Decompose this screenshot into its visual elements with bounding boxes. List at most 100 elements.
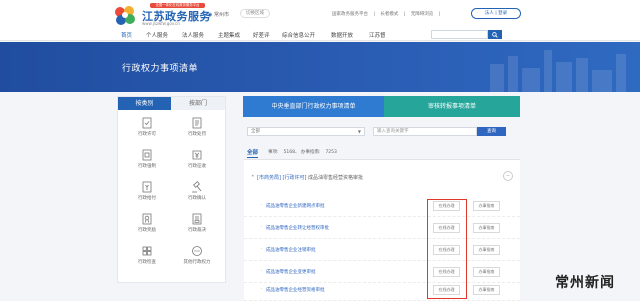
nav-home[interactable]: 首页 [121, 31, 132, 39]
search-icon [492, 31, 498, 38]
guide-button[interactable]: 办事指南 [473, 223, 500, 233]
category-enforcement[interactable]: 行政强制 [124, 149, 170, 181]
item-list: • [市商务局] [行政许可] 成品油零售经营资格审批 − · 成品油零售企业新… [244, 160, 520, 301]
category-inspection[interactable]: 行政检查 [124, 245, 170, 277]
site-url: www.jszwfw.gov.cn [142, 21, 180, 26]
category-penalty[interactable]: 行政处罚 [174, 117, 220, 149]
tab-approval-list[interactable]: 审核转报事项清单 [384, 96, 520, 117]
other-icon [192, 246, 202, 256]
page-title: 行政权力事项清单 [122, 64, 199, 74]
keyword-input[interactable]: 输入查询关键字 [373, 127, 477, 136]
query-button[interactable]: 查询 [477, 127, 506, 136]
page-banner: 行政权力事项清单 [0, 42, 640, 92]
category-tabs: 按类别 按部门 [118, 97, 225, 110]
penalty-icon [192, 117, 202, 129]
category-label: 行政给付 [138, 196, 156, 201]
nav-themes[interactable]: 主题集成 [218, 31, 240, 39]
switch-area-button[interactable]: 切换区域 [240, 9, 270, 18]
category-license[interactable]: 行政许可 [124, 117, 170, 149]
bullet-icon: · [261, 203, 263, 208]
chevron-down-icon: ▼ [357, 129, 361, 134]
collapse-toggle[interactable]: − [503, 171, 513, 181]
guide-button[interactable]: 办事指南 [473, 245, 500, 255]
filter-bar: 全部 ▼ 输入查询关键字 查询 [236, 125, 520, 137]
nav-personal[interactable]: 个人服务 [146, 31, 168, 39]
enforcement-icon [142, 149, 152, 161]
payment-icon [142, 181, 152, 193]
guide-button[interactable]: 办事指南 [473, 285, 500, 295]
category-select-value: 全部 [251, 129, 260, 134]
logo-icon [115, 6, 135, 25]
top-links: 国家政务服务平台 | 长者模式 | 无障碍浏览 | [328, 11, 440, 17]
category-panel: 按类别 按部门 行政许可 行政处罚 行政强制 行政征收 行政给付 行政确认 行政… [117, 96, 226, 283]
top-header: 全国一体化在线政务服务平台 江苏政务服务 www.jszwfw.gov.cn ◉… [0, 0, 640, 28]
category-label: 行政确认 [188, 196, 206, 201]
location-label: ◉ 常州市 [208, 11, 229, 18]
nav-open-data[interactable]: 数据开放 [331, 31, 353, 39]
location-pin-icon: ◉ [208, 12, 213, 18]
filter-all-tab[interactable]: 全部 [247, 148, 259, 158]
tab-central-list[interactable]: 中央垂直部门行政权力事项清单 [243, 96, 384, 117]
category-other[interactable]: 其他行政权力 [174, 245, 220, 277]
license-icon [142, 117, 152, 129]
bullet-icon: · [261, 287, 263, 292]
category-label: 行政检查 [138, 260, 156, 265]
location-city: 常州市 [213, 12, 229, 18]
category-confirm[interactable]: 行政确认 [174, 181, 220, 213]
elder-mode-link[interactable]: 长者模式 [380, 12, 398, 17]
item-title-link[interactable]: 成品油零售企业变更审批 [266, 269, 316, 275]
separator: | [438, 12, 441, 17]
stats-item-label: 事项: [268, 150, 279, 155]
list-item: · 成品油零售企业转让经营权审批 在线办理 办事指南 [244, 218, 520, 239]
tab-by-department[interactable]: 按部门 [171, 97, 225, 110]
ruling-icon [192, 213, 202, 225]
main-nav: 首页 个人服务 法人服务 主题集成 好差评 综合信息公开 数据开放 江苏督 [0, 28, 640, 41]
gavel-icon [192, 181, 202, 193]
guide-button[interactable]: 办事指南 [473, 201, 500, 211]
nav-supervision[interactable]: 江苏督 [369, 31, 386, 39]
national-platform-link[interactable]: 国家政务服务平台 [332, 12, 368, 17]
nav-corporate[interactable]: 法人服务 [182, 31, 204, 39]
award-icon [142, 213, 152, 225]
category-levy[interactable]: 行政征收 [174, 149, 220, 181]
group-department: [市商务局] [257, 175, 281, 181]
category-ruling[interactable]: 行政裁决 [174, 213, 220, 245]
bullet-icon: • [251, 173, 255, 180]
category-label: 行政奖励 [138, 228, 156, 233]
category-payment[interactable]: 行政给付 [124, 181, 170, 213]
separator: | [373, 12, 375, 17]
accessibility-link[interactable]: 无障碍浏览 [411, 12, 434, 17]
category-label: 行政裁决 [188, 228, 206, 233]
list-item: · 成品油零售企业注销审批 在线办理 办事指南 [244, 240, 520, 261]
stats-item-count: 5168、 办事指南: [283, 150, 321, 155]
category-label: 其他行政权力 [183, 260, 211, 265]
levy-icon [192, 150, 202, 160]
inspection-icon [142, 246, 152, 256]
separator: | [403, 12, 406, 17]
nav-rating[interactable]: 好差评 [253, 31, 270, 39]
bullet-icon: · [261, 269, 263, 274]
stats-bar: 全部 事项: 5168、 办事指南: 7253 [244, 148, 520, 160]
item-title-link[interactable]: 成品油零售企业注销审批 [266, 247, 316, 253]
highlight-annotation [427, 199, 467, 299]
category-select[interactable]: 全部 ▼ [247, 127, 365, 136]
list-item: · 成品油零售企业新建网点审批 在线办理 办事指南 [244, 196, 520, 217]
search-button[interactable] [488, 30, 502, 39]
category-label: 行政征收 [188, 164, 206, 169]
list-item: · 成品油零售企业经营资格审批 在线办理 办事指南 [244, 280, 520, 301]
building-skyline-icon [490, 50, 626, 92]
item-title-link[interactable]: 成品油零售企业新建网点审批 [266, 203, 325, 209]
nav-disclosure[interactable]: 综合信息公开 [282, 31, 315, 39]
category-award[interactable]: 行政奖励 [124, 213, 170, 245]
login-button[interactable]: 法人 | 登录 [471, 8, 521, 19]
group-title: 成品油零售经营资格审批 [308, 175, 364, 181]
guide-button[interactable]: 办事指南 [473, 267, 500, 277]
tab-by-category[interactable]: 按类别 [118, 97, 171, 110]
item-title-link[interactable]: 成品油零售企业转让经营权审批 [266, 225, 329, 231]
search-input[interactable] [431, 30, 488, 39]
item-title-link[interactable]: 成品油零售企业经营资格审批 [266, 287, 325, 293]
stats-guide-count: 7253 [325, 150, 337, 155]
source-watermark: 常州新闻 [555, 275, 615, 291]
group-type: [行政许可] [282, 175, 307, 181]
bullet-icon: · [261, 225, 263, 230]
